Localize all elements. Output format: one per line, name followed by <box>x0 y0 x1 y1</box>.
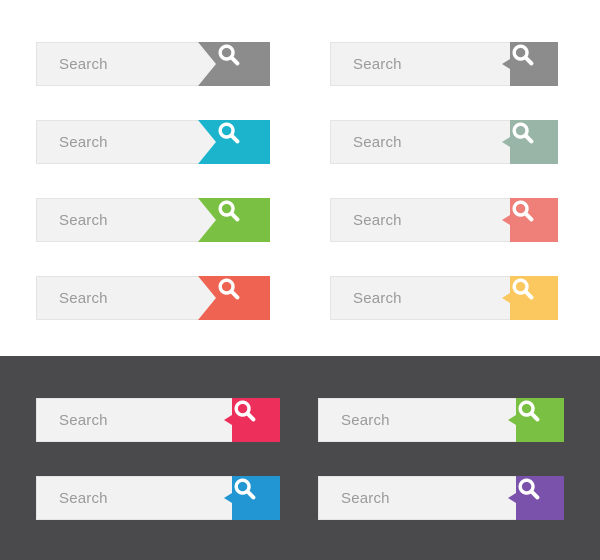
search-icon <box>218 44 240 66</box>
search-icon-wrap <box>516 476 564 520</box>
search-widget: Search <box>36 198 270 242</box>
search-button[interactable] <box>224 398 280 442</box>
search-button[interactable] <box>198 276 270 320</box>
search-icon <box>512 44 534 66</box>
search-widget: Search <box>318 398 564 442</box>
search-placeholder: Search <box>353 289 402 307</box>
search-placeholder: Search <box>59 289 108 307</box>
search-icon <box>518 478 540 500</box>
search-icon-wrap <box>216 276 270 320</box>
search-placeholder: Search <box>59 489 108 507</box>
search-icon <box>234 478 256 500</box>
search-icon <box>512 278 534 300</box>
search-placeholder: Search <box>341 411 390 429</box>
search-icon-wrap <box>216 198 270 242</box>
search-widget: Search <box>330 276 558 320</box>
search-button[interactable] <box>198 198 270 242</box>
search-button[interactable] <box>224 476 280 520</box>
search-widget: Search <box>330 42 558 86</box>
search-placeholder: Search <box>59 55 108 73</box>
search-placeholder: Search <box>341 489 390 507</box>
search-icon-wrap <box>216 42 270 86</box>
dark-panel <box>0 356 600 560</box>
search-icon-wrap <box>510 120 558 164</box>
search-icon-wrap <box>516 398 564 442</box>
search-placeholder: Search <box>59 133 108 151</box>
search-icon <box>218 200 240 222</box>
search-icon-wrap <box>232 398 280 442</box>
search-widget: Search <box>36 276 270 320</box>
search-widget: Search <box>330 198 558 242</box>
search-placeholder: Search <box>353 55 402 73</box>
search-icon <box>518 400 540 422</box>
search-icon-wrap <box>510 42 558 86</box>
search-button[interactable] <box>502 42 558 86</box>
search-icon <box>512 200 534 222</box>
search-icon <box>512 122 534 144</box>
search-button[interactable] <box>508 476 564 520</box>
search-icon-wrap <box>510 198 558 242</box>
search-button[interactable] <box>502 120 558 164</box>
search-button[interactable] <box>502 198 558 242</box>
search-icon <box>234 400 256 422</box>
search-icon-wrap <box>216 120 270 164</box>
search-placeholder: Search <box>59 411 108 429</box>
search-icon <box>218 122 240 144</box>
search-widget: Search <box>36 476 280 520</box>
search-widget: Search <box>36 398 280 442</box>
search-button[interactable] <box>198 120 270 164</box>
search-icon-wrap <box>232 476 280 520</box>
search-widget: Search <box>36 42 270 86</box>
search-icon <box>218 278 240 300</box>
search-placeholder: Search <box>353 211 402 229</box>
search-placeholder: Search <box>59 211 108 229</box>
search-icon-wrap <box>510 276 558 320</box>
search-button[interactable] <box>508 398 564 442</box>
search-placeholder: Search <box>353 133 402 151</box>
search-widget: Search <box>330 120 558 164</box>
search-button[interactable] <box>502 276 558 320</box>
search-button[interactable] <box>198 42 270 86</box>
search-widget: Search <box>318 476 564 520</box>
search-widget: Search <box>36 120 270 164</box>
